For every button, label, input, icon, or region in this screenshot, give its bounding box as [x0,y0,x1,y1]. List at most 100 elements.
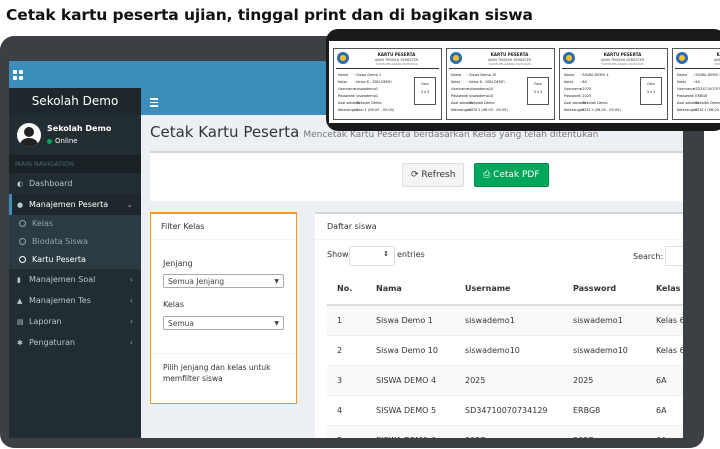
caret-down-icon: ▼ [274,278,279,285]
submenu-peserta: Kelas Biodata Siswa Kartu Peserta [9,215,141,269]
column-header[interactable]: No. [327,272,366,306]
card-title: KARTU PESERTA [716,52,720,57]
card-field: Keterangan: SESI 1 (08.00 - 09.00) [451,108,508,112]
card-field: Kelas: 6A [677,80,700,84]
card-field: Username: siswademo1 [338,87,379,91]
card-field: Username: SD34710070734129 [677,87,720,91]
book-icon: ▮ [17,276,21,284]
card-field: Kelas: 6A [564,80,587,84]
sidebar-item-manajemen-tes[interactable]: ▲ Manajemen Tes ‹ [9,290,141,311]
page-subtitle: Mencetak Kartu Peserta berdasarkan Kelas… [303,130,599,140]
refresh-icon: ⟳ [411,170,422,180]
user-panel: Sekolah Demo Online [9,115,141,155]
column-header[interactable]: Kelas [646,272,683,306]
card-field: Username: siswademo10 [451,87,494,91]
sidebar-item-kartu-peserta[interactable]: Kartu Peserta [9,251,141,269]
jenjang-select[interactable]: Semua Jenjang ▼ [163,274,284,288]
photo-box: Foto 3 x 3 [527,77,549,105]
refresh-button[interactable]: ⟳ Refresh [402,163,465,187]
card-field: Asal sekolah: Sekolah Demo [564,101,608,105]
photo-box: Foto 3 x 3 [414,77,436,105]
chevron-left-icon: ‹ [129,338,133,347]
user-status: Online [47,137,78,145]
card-preview-overlay: KARTU PESERTA UJIAN TENGAH SEMESTER TAHUN … [326,29,720,131]
table-row: 4 SISWA DEMO 5 SD34710070734129 ERBG8 6A [327,395,683,426]
card-year: TAHUN PELAJARAN 2025/2026 [714,62,720,66]
card-year: TAHUN PELAJARAN 2025/2026 [375,62,418,66]
sidebar-item-manajemen-soal[interactable]: ▮ Manajemen Soal ‹ [9,269,141,290]
kelas-label: Kelas [163,300,185,309]
menu-toggle-icon[interactable] [150,98,158,109]
column-header[interactable]: Nama [366,272,455,306]
print-pdf-button[interactable]: ⎙ Cetak PDF [474,163,549,187]
chevron-left-icon: ‹ [129,296,133,305]
table-row: 3 SISWA DEMO 4 2025 2025 6A [327,365,683,396]
online-dot-icon [47,138,52,144]
dashboard-icon: ◐ [17,180,24,188]
headline: Cetak kartu peserta ujian, tinggal print… [6,6,533,24]
card-field: Password: siswademo10 [451,94,494,98]
graduation-cap-icon: ▲ [17,297,23,305]
card-field: Keterangan: SESI 1 (08.00 - 09.00) [677,108,720,112]
school-logo-icon [450,52,462,64]
chevron-left-icon: ‹ [129,275,133,284]
action-box: ⟳ Refresh ⎙ Cetak PDF [150,151,683,201]
card-field: Kelas: Kelas 6 - SDN DEMO [451,80,505,84]
kelas-select[interactable]: Semua ▼ [163,316,284,330]
filter-box: Filter Kelas Jenjang Semua Jenjang ▼ Kela… [150,212,297,404]
chevron-left-icon: ‹ [129,317,133,326]
content-area: Cetak Kartu Peserta Mencetak Kartu Pesert… [141,115,683,438]
card-title: KARTU PESERTA [377,52,416,57]
sidebar-item-manajemen-peserta[interactable]: ● Manajemen Peserta ⌄ [9,194,141,215]
print-icon: ⎙ [483,170,494,180]
sidebar-item-pengaturan[interactable]: ✱ Pengaturan ‹ [9,332,141,353]
card-field: Asal sekolah: Sekolah Demo [338,101,382,105]
page-length-select[interactable]: ⇕ [349,246,395,266]
file-icon: ▤ [17,318,24,326]
card-field: Nama: Siswa Demo 10 [451,73,497,77]
school-logo-icon [563,52,575,64]
filter-note: Pilih jenjang dan kelas untuk memfilter … [151,353,296,392]
school-logo-icon [337,52,349,64]
apps-grid-icon[interactable] [13,70,23,80]
card-title: KARTU PESERTA [603,52,642,57]
card-field: Nama: Siswa Demo 1 [338,73,382,77]
sidebar: Sekolah Demo Sekolah Demo Online MAIN NA… [9,88,141,438]
card-field: Username: 2025 [564,87,592,91]
jenjang-label: Jenjang [163,259,193,268]
sidebar-item-dashboard[interactable]: ◐ Dashboard [9,173,141,194]
card-field: Password: 2025 [564,94,592,98]
student-table: No. Nama Username Password Kelas 1 Siswa … [327,272,683,438]
column-header[interactable]: Username [455,272,563,306]
search-input[interactable] [665,246,683,266]
circle-icon [19,256,26,263]
sort-icon: ⇕ [383,250,389,258]
column-header[interactable]: Password [563,272,646,306]
caret-down-icon: ▼ [274,320,279,327]
card-field: Nama: SISWA DEMO 5 [677,73,720,77]
sidebar-item-laporan[interactable]: ▤ Laporan ‹ [9,311,141,332]
card-field: Password: ERBG8 [677,94,708,98]
sidebar-item-kelas[interactable]: Kelas [9,215,141,233]
users-icon: ● [17,201,24,209]
participant-card: KARTU PESERTAUJIAN TENGAH SEMESTERTAHUN … [672,48,720,120]
gear-icon: ✱ [17,339,23,347]
card-field: Asal sekolah: Sekolah Demo [677,101,720,105]
circle-icon [19,220,26,227]
card-title: KARTU PESERTA [490,52,529,57]
card-preview-sheet: KARTU PESERTA UJIAN TENGAH SEMESTER TAHUN … [329,41,720,123]
circle-icon [19,238,26,245]
card-year: TAHUN PELAJARAN 2025/2026 [601,62,644,66]
entries-label: entries [397,250,425,259]
table-row: 1 Siswa Demo 1 siswademo1 siswademo1 Kelas 6 [327,304,683,336]
sidebar-item-biodata-siswa[interactable]: Biodata Siswa [9,233,141,251]
card-year: TAHUN PELAJARAN 2025/2026 [488,62,531,66]
brand-logo[interactable]: Sekolah Demo [9,88,141,115]
chevron-down-icon: ⌄ [126,200,133,209]
photo-box: Foto 3 x 3 [640,77,662,105]
participant-card: KARTU PESERTAUJIAN TENGAH SEMESTERTAHUN … [559,48,668,120]
card-field: Keterangan: Sesi 1 (06.00 - 09.00) [338,108,395,112]
table-title: Daftar siswa [315,214,683,240]
nav-header: MAIN NAVIGATION [9,155,141,173]
school-logo-icon [676,52,688,64]
